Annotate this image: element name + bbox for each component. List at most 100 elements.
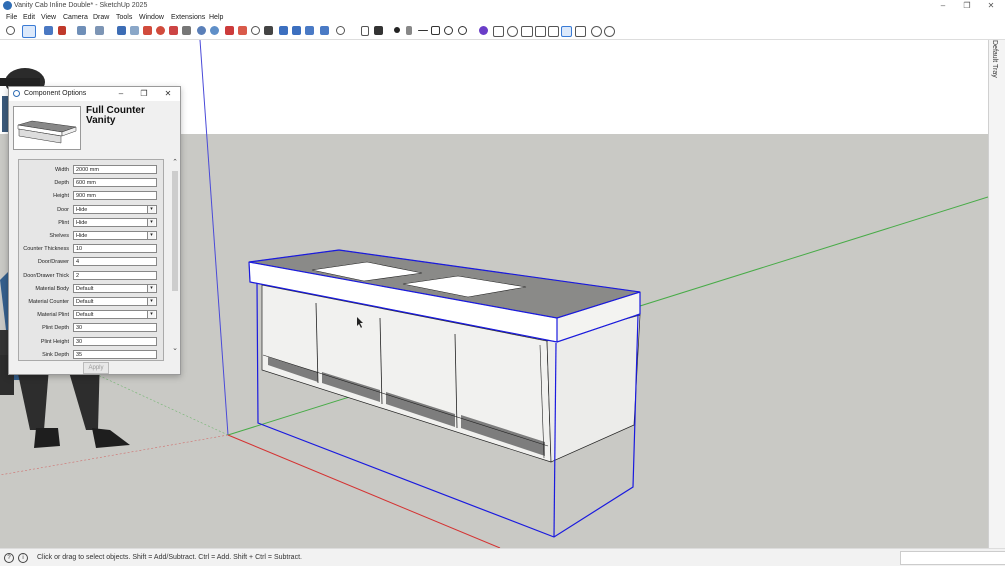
option-input[interactable]: 2000 mm <box>73 165 157 174</box>
chevron-down-icon[interactable]: ▾ <box>147 205 155 213</box>
settings-icon[interactable] <box>591 26 602 37</box>
apply-button[interactable]: Apply <box>83 362 109 374</box>
option-value: 10 <box>76 246 83 253</box>
dialog-maximize-button[interactable]: ❐ <box>134 87 154 101</box>
chevron-down-icon[interactable]: ▾ <box>147 311 155 319</box>
circle-icon[interactable] <box>444 26 453 35</box>
option-select[interactable]: Hide ▾ <box>73 204 157 214</box>
menu-window[interactable]: Window <box>139 12 164 23</box>
option-value: 600 mm <box>76 180 96 187</box>
option-label: Width <box>54 167 69 173</box>
menu-view[interactable]: View <box>41 12 56 23</box>
chevron-down-icon[interactable]: ▾ <box>147 232 155 239</box>
window-title: Vanity Cab Inline Double* - SketchUp 202… <box>14 2 148 9</box>
close-button[interactable]: ✕ <box>979 0 1003 12</box>
top-view-icon[interactable] <box>292 26 301 35</box>
figure-icon[interactable] <box>406 26 412 35</box>
option-input[interactable]: 30 <box>73 336 157 346</box>
scroll-down-icon[interactable]: ⌄ <box>171 345 179 353</box>
zoom-extents-icon[interactable] <box>264 26 273 35</box>
option-row: Shelves Hide ▾ <box>19 230 159 242</box>
hide-icon[interactable] <box>458 26 467 35</box>
orbit-icon[interactable] <box>197 26 206 35</box>
paint-bucket-icon[interactable] <box>58 26 66 35</box>
menu-camera[interactable]: Camera <box>63 12 88 23</box>
default-tray[interactable]: Default Tray <box>988 40 1005 548</box>
menu-draw[interactable]: Draw <box>93 12 109 23</box>
option-select[interactable]: Default ▾ <box>73 297 157 306</box>
push-pull-icon[interactable] <box>117 26 126 35</box>
line-tool-icon[interactable] <box>77 26 86 35</box>
iso-view-icon[interactable] <box>279 26 288 35</box>
chevron-down-icon[interactable]: ▾ <box>147 218 155 226</box>
option-select[interactable]: Default ▾ <box>73 283 157 293</box>
minimize-button[interactable]: – <box>931 0 955 12</box>
maximize-button[interactable]: ❐ <box>955 0 979 12</box>
walk-icon[interactable] <box>238 26 247 35</box>
option-row: Sink Depth 35 <box>19 349 159 360</box>
zoom-window-icon[interactable] <box>251 26 260 35</box>
options-scrollbar[interactable]: ⌃ ⌄ <box>171 159 179 353</box>
menu-help[interactable]: Help <box>209 12 223 23</box>
eraser-icon[interactable] <box>44 26 53 35</box>
dash-line-icon[interactable] <box>418 30 428 31</box>
dialog-close-button[interactable]: ✕ <box>158 87 178 101</box>
user-icon[interactable] <box>374 26 383 35</box>
option-select[interactable]: Hide ▾ <box>73 231 157 240</box>
menu-tools[interactable]: Tools <box>116 12 132 23</box>
fog-icon[interactable] <box>548 26 559 37</box>
scale-icon[interactable] <box>169 26 178 35</box>
component-options-icon[interactable] <box>561 26 572 37</box>
select-tool-icon[interactable] <box>22 25 36 38</box>
help-icon[interactable] <box>604 26 615 37</box>
chevron-down-icon[interactable]: ▾ <box>147 284 155 292</box>
pan-icon[interactable] <box>210 26 219 35</box>
component-options-dialog: Component Options – ❐ ✕ Full Counter Van… <box>8 86 181 375</box>
dialog-minimize-button[interactable]: – <box>111 87 131 101</box>
option-select[interactable]: Hide ▾ <box>73 217 157 227</box>
components-icon[interactable] <box>493 26 504 37</box>
info-icon[interactable]: i <box>18 553 28 563</box>
option-value: 35 <box>76 351 83 358</box>
rotate-icon[interactable] <box>156 26 165 35</box>
right-view-icon[interactable] <box>320 26 329 35</box>
zoom-icon[interactable] <box>6 26 15 35</box>
chevron-down-icon[interactable]: ▾ <box>147 298 155 305</box>
offset-icon[interactable] <box>130 26 139 35</box>
shadow-icon[interactable] <box>535 26 546 37</box>
section-plane-icon[interactable] <box>225 26 234 35</box>
front-view-icon[interactable] <box>305 26 314 35</box>
component-thumbnail <box>13 106 81 150</box>
option-label: Door/Drawer Thick <box>23 272 69 279</box>
measurements-box[interactable] <box>900 551 1005 565</box>
option-input[interactable]: 4 <box>73 257 157 267</box>
move-icon[interactable] <box>143 26 152 35</box>
help-circle-icon[interactable]: ? <box>4 553 14 563</box>
dialog-app-icon <box>13 90 20 97</box>
option-input[interactable]: 600 mm <box>73 178 157 188</box>
scroll-thumb[interactable] <box>172 171 178 291</box>
menu-file[interactable]: File <box>6 12 17 23</box>
styles-icon[interactable] <box>336 26 345 35</box>
sketchup-app-icon <box>3 1 12 10</box>
option-input[interactable]: 35 <box>73 349 157 359</box>
option-input[interactable]: 2 <box>73 270 157 280</box>
option-select[interactable]: Default ▾ <box>73 310 157 320</box>
warehouse-icon[interactable] <box>575 26 586 37</box>
option-input[interactable]: 10 <box>73 244 157 254</box>
point-icon[interactable] <box>394 27 400 33</box>
arc-tool-icon[interactable] <box>95 26 104 35</box>
rectangle-icon[interactable] <box>431 26 440 35</box>
dialog-title-bar[interactable]: Component Options – ❐ ✕ <box>9 87 180 101</box>
option-input[interactable]: 30 <box>73 323 157 333</box>
tray-label[interactable]: Default Tray <box>991 40 998 78</box>
camera-icon[interactable] <box>507 26 518 37</box>
menu-extensions[interactable]: Extensions <box>171 12 205 23</box>
option-input[interactable]: 900 mm <box>73 191 157 201</box>
menu-edit[interactable]: Edit <box>23 12 35 23</box>
scroll-up-icon[interactable]: ⌃ <box>171 159 179 167</box>
tape-measure-icon[interactable] <box>182 26 191 35</box>
extension-icon[interactable] <box>479 26 488 35</box>
scene-icon[interactable] <box>521 26 533 37</box>
new-file-icon[interactable] <box>361 26 369 36</box>
